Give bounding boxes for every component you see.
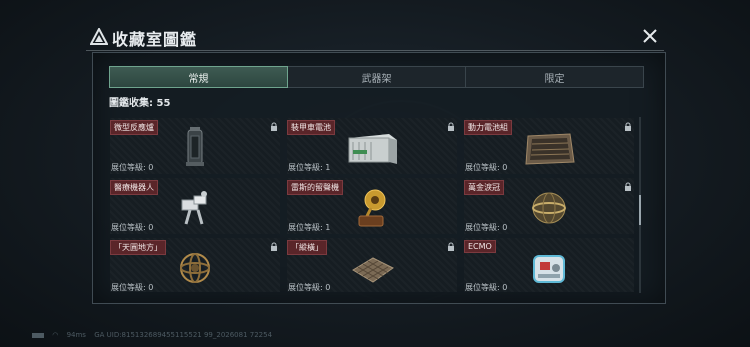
- gramophone-icon: [358, 189, 386, 227]
- lock-icon: [448, 122, 454, 131]
- item-level: 展位等級: 1: [288, 223, 331, 232]
- reactor-icon: [186, 127, 204, 166]
- item-level: 展位等級: 0: [111, 163, 154, 172]
- grid-scrollbar[interactable]: [639, 117, 641, 293]
- lock-icon: [271, 122, 277, 131]
- item-level: 展位等級: 0: [111, 223, 154, 232]
- item-level: 展位等級: 0: [288, 283, 331, 292]
- item-card-medical-robot[interactable]: 醫療機器人 展位等級: 0: [110, 178, 280, 234]
- item-name: 動力電池組: [464, 120, 512, 135]
- lock-icon: [625, 182, 631, 191]
- lock-icon: [271, 242, 277, 251]
- item-card-armillary[interactable]: 「天圓地方」 展位等級: 0: [110, 238, 280, 292]
- battery-crate-icon: [348, 134, 397, 164]
- item-name: ECMO: [464, 240, 496, 253]
- uid-text: GA UID:815132689455115521 99_2026081 722…: [94, 331, 273, 339]
- ecmo-icon: [533, 255, 565, 283]
- battery-icon: [32, 332, 44, 338]
- crown-icon: [532, 192, 566, 224]
- collection-count-label: 圖鑑收集:: [109, 98, 153, 109]
- lock-icon: [448, 242, 454, 251]
- collection-count: 圖鑑收集: 55: [109, 94, 170, 109]
- ping-value: 94ms: [66, 331, 86, 339]
- item-name: 「縱橫」: [287, 240, 327, 255]
- lock-icon: [625, 122, 631, 131]
- item-name: 微型反應爐: [110, 120, 158, 135]
- item-level: 展位等級: 0: [111, 283, 154, 292]
- item-name: 「天圓地方」: [110, 240, 166, 255]
- item-card-power-cell[interactable]: 動力電池組 展位等級: 0: [464, 118, 634, 174]
- item-grid: 微型反應爐 展位等級: 0 裝甲車電池 展位等級: 1 動力電池組 展位等級: …: [110, 118, 636, 292]
- item-card-gramophone[interactable]: 雷斯的留聲機 展位等級: 1: [287, 178, 457, 234]
- tab-limited[interactable]: 限定: [466, 67, 643, 87]
- status-footer: ◠ 94ms GA UID:815132689455115521 99_2026…: [32, 331, 278, 339]
- chessboard-icon: [352, 257, 394, 283]
- scrollbar-thumb[interactable]: [639, 195, 641, 225]
- item-level: 展位等級: 0: [465, 163, 508, 172]
- armillary-icon: [180, 253, 210, 283]
- item-card-ecmo[interactable]: ECMO 展位等級: 0: [464, 238, 634, 292]
- item-card-armored-battery[interactable]: 裝甲車電池 展位等級: 1: [287, 118, 457, 174]
- item-card-reactor[interactable]: 微型反應爐 展位等級: 0: [110, 118, 280, 174]
- item-level: 展位等級: 0: [465, 223, 508, 232]
- triangle-logo-icon: [90, 28, 108, 45]
- title-bar: 收藏室圖鑑: [86, 26, 664, 51]
- medical-robot-icon: [181, 191, 207, 225]
- item-card-chessboard[interactable]: 「縱橫」 展位等級: 0: [287, 238, 457, 292]
- tab-weapon-rack[interactable]: 武器架: [288, 67, 466, 87]
- wifi-icon: ◠: [52, 331, 59, 339]
- item-level: 展位等級: 1: [288, 163, 331, 172]
- window-title: 收藏室圖鑑: [112, 30, 198, 49]
- collection-panel: 常規 武器架 限定 圖鑑收集: 55 微型反應爐 展位等級: 0 裝甲車電池 展…: [92, 52, 666, 304]
- item-card-crown[interactable]: 萬金淚冠 展位等級: 0: [464, 178, 634, 234]
- close-icon[interactable]: [640, 26, 660, 46]
- power-cell-icon: [525, 133, 575, 165]
- item-name: 醫療機器人: [110, 180, 158, 195]
- item-name: 萬金淚冠: [464, 180, 504, 195]
- item-name: 裝甲車電池: [287, 120, 335, 135]
- tab-regular[interactable]: 常規: [109, 66, 288, 88]
- item-level: 展位等級: 0: [465, 283, 508, 292]
- collection-count-value: 55: [156, 98, 171, 109]
- item-name: 雷斯的留聲機: [287, 180, 343, 195]
- category-tabs: 常規 武器架 限定: [109, 66, 644, 88]
